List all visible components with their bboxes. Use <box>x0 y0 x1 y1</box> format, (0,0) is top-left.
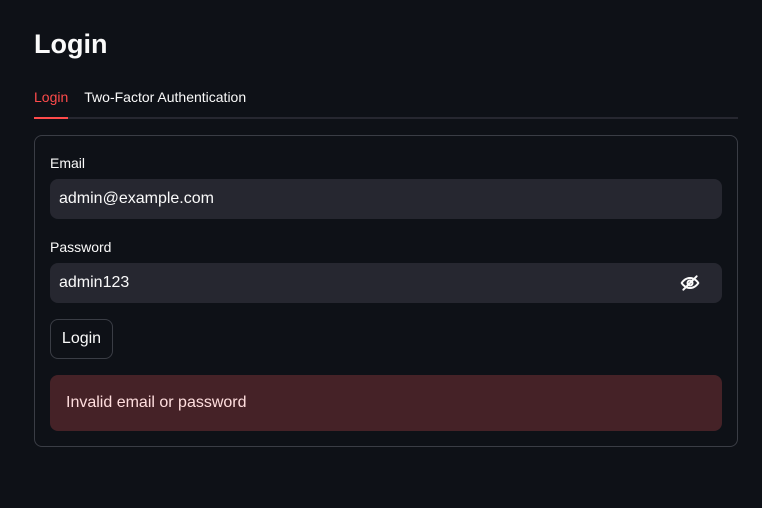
error-alert: Invalid email or password <box>50 375 722 431</box>
email-field[interactable] <box>50 179 722 219</box>
password-field[interactable] <box>50 263 670 303</box>
login-button[interactable]: Login <box>50 319 113 359</box>
password-field-container <box>50 263 722 303</box>
eye-slash-icon[interactable] <box>670 263 710 303</box>
tab-two-factor-authentication[interactable]: Two-Factor Authentication <box>84 84 246 119</box>
password-label: Password <box>50 239 112 255</box>
login-form: Email Password Login Invalid email or pa… <box>34 135 738 447</box>
login-page: Login Login Two-Factor Authentication Em… <box>0 0 762 508</box>
page-title: Login <box>34 29 108 59</box>
tab-bar: Login Two-Factor Authentication <box>34 84 738 119</box>
email-field-container <box>50 179 722 219</box>
email-label: Email <box>50 155 86 171</box>
tab-login[interactable]: Login <box>34 84 69 119</box>
error-message: Invalid email or password <box>66 394 247 411</box>
